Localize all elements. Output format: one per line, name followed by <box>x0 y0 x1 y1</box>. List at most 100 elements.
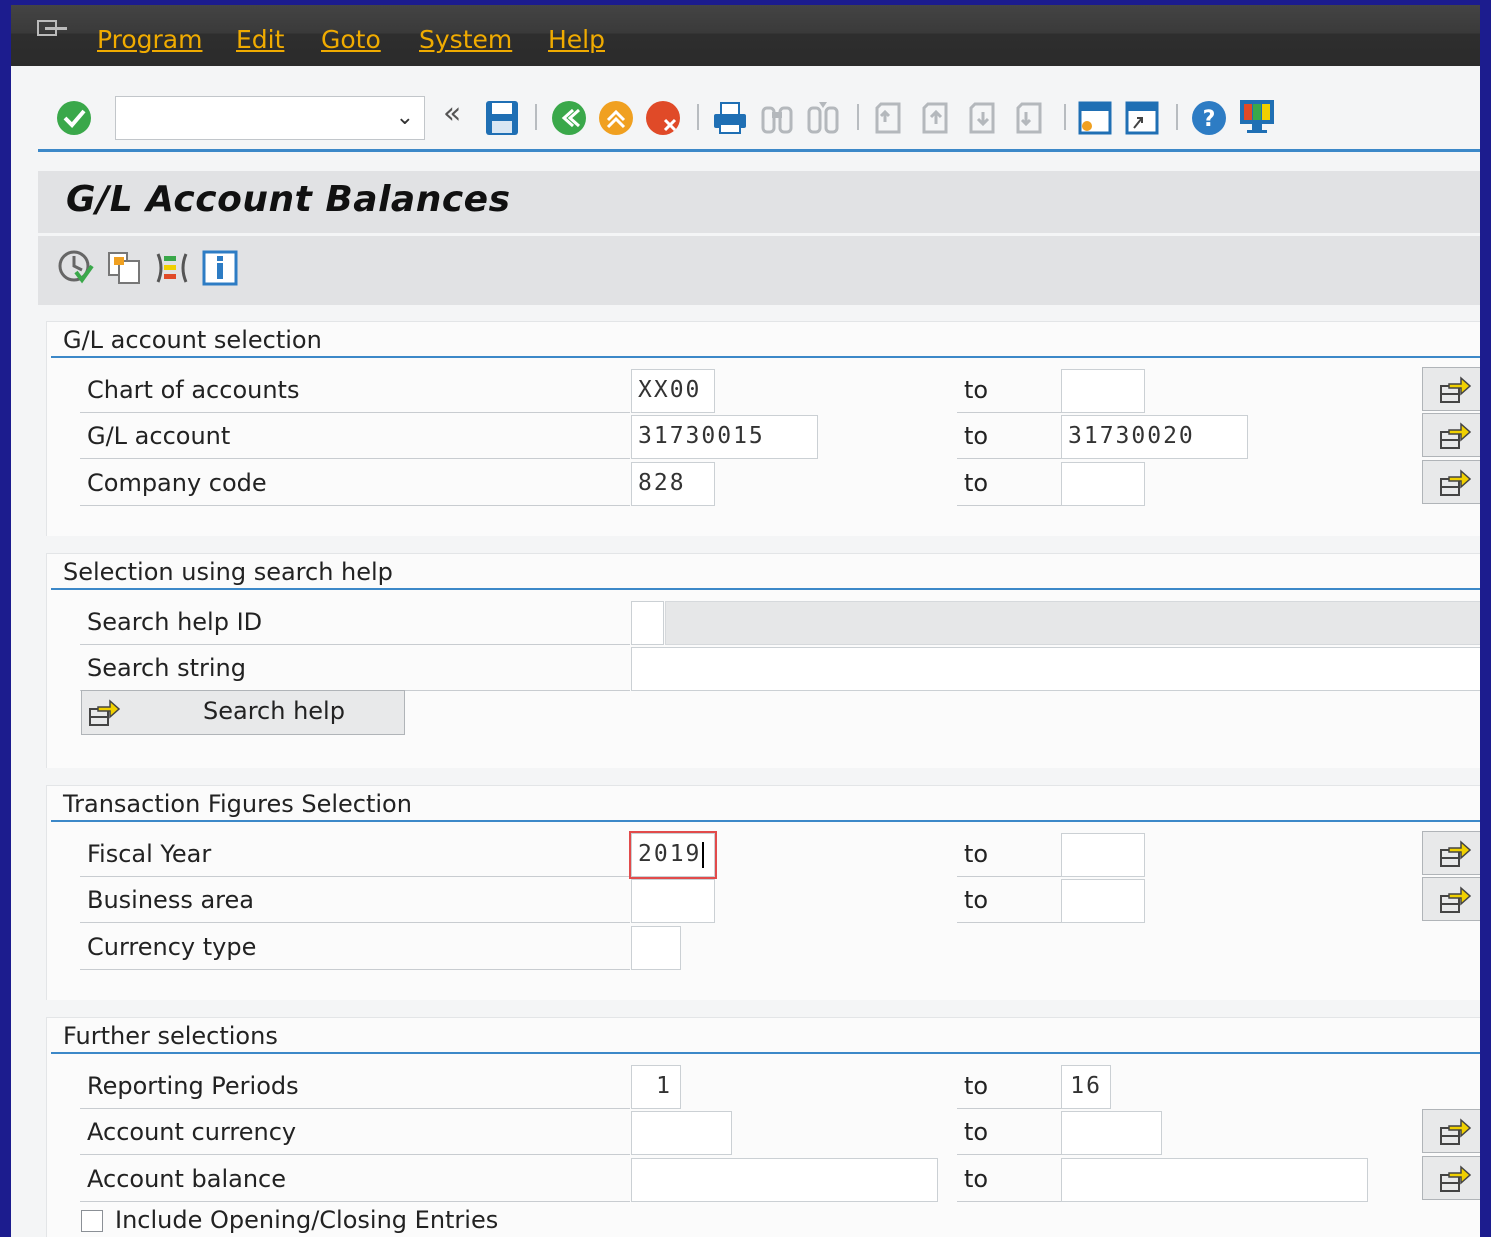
group-title: G/L account selection <box>63 326 322 354</box>
info-icon[interactable] <box>202 250 238 286</box>
field-label: Search help ID <box>80 601 630 645</box>
group-title: Further selections <box>63 1022 278 1050</box>
command-field[interactable]: ⌄ <box>115 96 425 140</box>
text-cursor <box>702 841 705 868</box>
customize-layout-icon[interactable] <box>1238 98 1276 136</box>
search-help-button[interactable]: Search help <box>81 690 405 735</box>
account-currency-to-field[interactable] <box>1061 1111 1162 1155</box>
to-label: to <box>957 1111 1061 1155</box>
create-session-icon[interactable] <box>1077 100 1113 136</box>
multiple-selection-icon <box>1440 422 1471 449</box>
gl-account-from-field[interactable]: 31730015 <box>631 415 818 459</box>
currency-type-row: Currency type <box>80 926 1476 970</box>
gl-account-to-field[interactable]: 31730020 <box>1061 415 1248 459</box>
chevron-down-icon[interactable]: ⌄ <box>396 105 414 130</box>
menu-icon[interactable] <box>37 19 69 43</box>
further-selections-group: Further selections Reporting Periods 1 t… <box>46 1017 1480 1237</box>
to-label: to <box>957 415 1061 459</box>
reporting-period-from-field[interactable]: 1 <box>631 1065 681 1109</box>
field-label: Chart of accounts <box>80 369 630 413</box>
page-title: G/L Account Balances <box>66 179 511 220</box>
multiple-selection-icon <box>1440 1165 1471 1192</box>
collapse-command-icon[interactable]: « <box>443 96 461 131</box>
business-area-row: Business area to <box>80 877 1480 923</box>
multiple-selection-icon <box>1440 886 1471 913</box>
chart-of-accounts-to-field[interactable] <box>1061 369 1145 413</box>
chart-of-accounts-row: Chart of accounts XX00 to <box>80 367 1480 413</box>
cancel-icon[interactable] <box>645 100 681 136</box>
menu-edit[interactable]: Edit <box>236 25 284 55</box>
field-label: Account balance <box>80 1158 630 1202</box>
multiple-selection-icon <box>1440 840 1471 867</box>
chart-of-accounts-from-field[interactable]: XX00 <box>631 369 715 413</box>
field-label: Reporting Periods <box>80 1065 630 1109</box>
account-balance-to-field[interactable] <box>1061 1158 1368 1202</box>
previous-page-icon[interactable] <box>918 100 954 136</box>
multiple-selection-button[interactable] <box>1422 877 1480 921</box>
field-label: Business area <box>80 879 630 923</box>
search-help-id-field[interactable] <box>631 601 664 645</box>
account-balance-from-field[interactable] <box>631 1158 938 1202</box>
help-icon[interactable]: ? <box>1191 100 1227 136</box>
group-title: Selection using search help <box>63 558 393 586</box>
account-currency-from-field[interactable] <box>631 1111 732 1155</box>
get-variant-icon[interactable] <box>106 250 142 286</box>
shortcut-icon[interactable] <box>1124 100 1160 136</box>
menu-help[interactable]: Help <box>548 25 605 55</box>
back-icon[interactable] <box>551 100 587 136</box>
multiple-selection-icon <box>1440 469 1471 496</box>
find-next-icon[interactable] <box>805 100 841 136</box>
multiple-selection-icon <box>1440 1118 1471 1145</box>
multiple-selection-button[interactable] <box>1422 1156 1480 1200</box>
menu-system[interactable]: System <box>419 25 512 55</box>
fiscal-year-value: 2019 <box>638 841 702 867</box>
multiple-selection-button[interactable] <box>1422 460 1480 504</box>
to-label: to <box>957 879 1061 923</box>
to-label: to <box>957 1158 1061 1202</box>
search-string-row: Search string <box>80 647 1480 691</box>
execute-icon[interactable] <box>58 250 94 286</box>
multiple-selection-button[interactable] <box>1422 413 1480 457</box>
menu-goto[interactable]: Goto <box>321 25 381 55</box>
fiscal-year-from-field[interactable]: 2019 <box>629 831 717 879</box>
menu-program[interactable]: Program <box>97 25 202 55</box>
include-opening-closing-checkbox[interactable] <box>81 1210 103 1232</box>
standard-toolbar: ⌄ « ? <box>11 66 1480 152</box>
reporting-period-to-field[interactable]: 16 <box>1061 1065 1111 1109</box>
checkbox-label: Include Opening/Closing Entries <box>115 1206 499 1234</box>
account-currency-row: Account currency to <box>80 1109 1480 1155</box>
save-icon[interactable] <box>484 99 520 137</box>
last-page-icon[interactable] <box>1012 100 1048 136</box>
to-label: to <box>957 369 1061 413</box>
multiple-selection-button[interactable] <box>1422 1109 1480 1153</box>
gl-account-row: G/L account 31730015 to 31730020 <box>80 413 1480 459</box>
business-area-from-field[interactable] <box>631 879 715 923</box>
field-label: Currency type <box>80 926 630 970</box>
find-icon[interactable] <box>759 100 795 136</box>
exit-icon[interactable] <box>598 100 634 136</box>
field-label: G/L account <box>80 415 630 459</box>
company-code-row: Company code 828 to <box>80 460 1480 506</box>
search-help-button-label: Search help <box>203 697 345 725</box>
business-area-to-field[interactable] <box>1061 879 1145 923</box>
currency-type-field[interactable] <box>631 926 681 970</box>
multiple-selection-button[interactable] <box>1422 831 1480 875</box>
search-string-field[interactable] <box>631 647 1480 691</box>
first-page-icon[interactable] <box>871 100 907 136</box>
sap-window: Program Edit Goto System Help ⌄ « ? G/L … <box>11 5 1480 1237</box>
account-balance-row: Account balance to <box>80 1156 1480 1202</box>
fiscal-year-to-field[interactable] <box>1061 833 1145 877</box>
search-help-group: Selection using search help Search help … <box>46 553 1480 768</box>
multiple-selection-button[interactable] <box>1422 367 1480 411</box>
selection-options-icon[interactable] <box>154 250 190 286</box>
next-page-icon[interactable] <box>965 100 1001 136</box>
company-code-from-field[interactable]: 828 <box>631 462 715 506</box>
field-label: Account currency <box>80 1111 630 1155</box>
field-label: Company code <box>80 462 630 506</box>
company-code-to-field[interactable] <box>1061 462 1145 506</box>
to-label: to <box>957 833 1061 877</box>
application-toolbar <box>38 236 1480 305</box>
enter-icon[interactable] <box>56 100 92 136</box>
print-icon[interactable] <box>712 100 748 136</box>
to-label: to <box>957 1065 1061 1109</box>
